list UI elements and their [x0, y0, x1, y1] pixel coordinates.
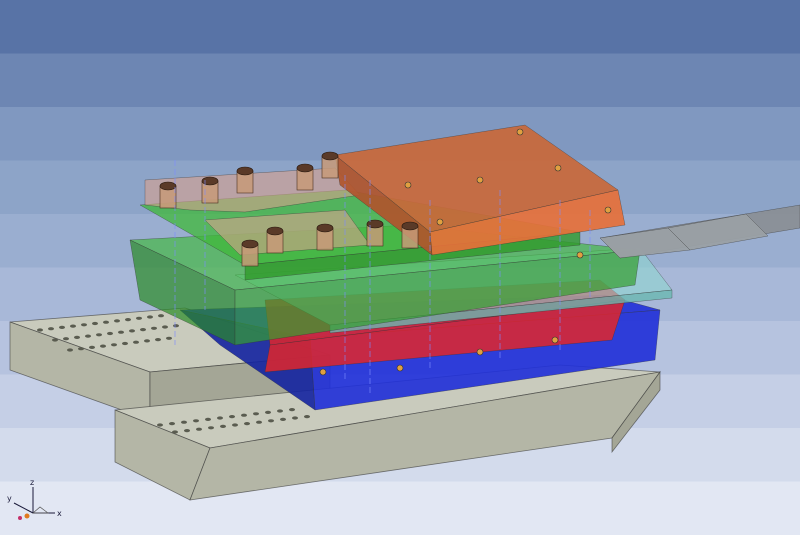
- rail-hole: [147, 315, 153, 319]
- screw-hole: [404, 181, 412, 189]
- rail-hole: [67, 348, 73, 352]
- rail-hole: [133, 340, 139, 344]
- screw-hole: [476, 176, 484, 184]
- rail-hole: [129, 329, 135, 333]
- screw-hole: [516, 128, 524, 136]
- screw-hole: [476, 348, 484, 356]
- bolt: [201, 176, 219, 204]
- rail-hole: [78, 347, 84, 351]
- bolt: [401, 221, 419, 249]
- screw-hole: [396, 364, 404, 372]
- bolt: [321, 151, 339, 179]
- 3d-viewport[interactable]: z x y: [0, 0, 800, 535]
- rail-hole: [111, 343, 117, 347]
- rail-hole: [196, 427, 202, 431]
- rail-hole: [157, 423, 163, 427]
- rail-hole: [114, 319, 120, 323]
- rail-hole: [144, 339, 150, 343]
- rail-hole: [140, 328, 146, 332]
- bolt: [266, 226, 284, 254]
- rail-hole: [173, 324, 179, 328]
- die-assembly-model[interactable]: [0, 0, 800, 535]
- bolt: [316, 223, 334, 251]
- rail-hole: [169, 422, 175, 426]
- rail-hole: [162, 325, 168, 329]
- rail-hole: [289, 408, 295, 412]
- rail-hole: [232, 423, 238, 427]
- rail-hole: [136, 316, 142, 320]
- screw-hole: [436, 218, 444, 226]
- bolt: [159, 181, 177, 209]
- rail-hole: [265, 410, 271, 414]
- x-axis-label: x: [57, 509, 62, 518]
- rail-hole: [122, 341, 128, 346]
- rail-hole: [70, 324, 76, 328]
- rail-hole: [107, 331, 113, 336]
- axis-triad[interactable]: z x y: [0, 475, 70, 535]
- rail-hole: [268, 419, 274, 423]
- rail-hole: [48, 327, 54, 331]
- screw-hole: [551, 336, 559, 344]
- rail-hole: [125, 318, 131, 322]
- rail-hole: [85, 334, 91, 338]
- rail-hole: [304, 415, 310, 419]
- y-axis-label: y: [7, 494, 12, 503]
- rail-hole: [181, 420, 187, 424]
- rail-hole: [280, 417, 286, 421]
- rail-hole: [100, 344, 106, 348]
- rail-hole: [103, 320, 109, 324]
- screw-hole: [604, 206, 612, 214]
- rail-hole: [277, 409, 283, 413]
- z-axis-label: z: [30, 478, 34, 487]
- rail-hole: [172, 430, 178, 434]
- rail-hole: [205, 417, 211, 421]
- rail-hole: [184, 429, 190, 433]
- screw-hole: [319, 368, 327, 376]
- rail-hole: [96, 333, 102, 337]
- bolt: [241, 239, 259, 267]
- bolt: [236, 166, 254, 194]
- rail-hole: [244, 422, 250, 426]
- rail-hole: [92, 321, 98, 326]
- screw-hole: [554, 164, 562, 172]
- rail-hole: [241, 413, 247, 417]
- rail-hole: [151, 326, 157, 330]
- rail-hole: [217, 416, 223, 420]
- rail-hole: [220, 424, 226, 428]
- bolt: [296, 163, 314, 191]
- rail-hole: [253, 412, 259, 416]
- rail-hole: [59, 325, 65, 329]
- rail-hole: [193, 419, 199, 423]
- rail-hole: [166, 336, 172, 340]
- rail-hole: [292, 416, 298, 420]
- rail-hole: [256, 420, 262, 424]
- bolt: [366, 219, 384, 247]
- rail-hole: [208, 426, 214, 430]
- rail-hole: [74, 335, 80, 339]
- rail-hole: [118, 330, 124, 334]
- rail-hole: [37, 328, 43, 332]
- rail-hole: [155, 338, 161, 342]
- rail-hole: [81, 323, 87, 327]
- rail-hole: [63, 337, 69, 341]
- rail-hole: [89, 345, 95, 349]
- rail-hole: [229, 415, 235, 419]
- screw-hole: [576, 251, 584, 259]
- rail-hole: [158, 314, 164, 318]
- strip-layout[interactable]: [599, 204, 800, 259]
- rail-hole: [52, 338, 58, 342]
